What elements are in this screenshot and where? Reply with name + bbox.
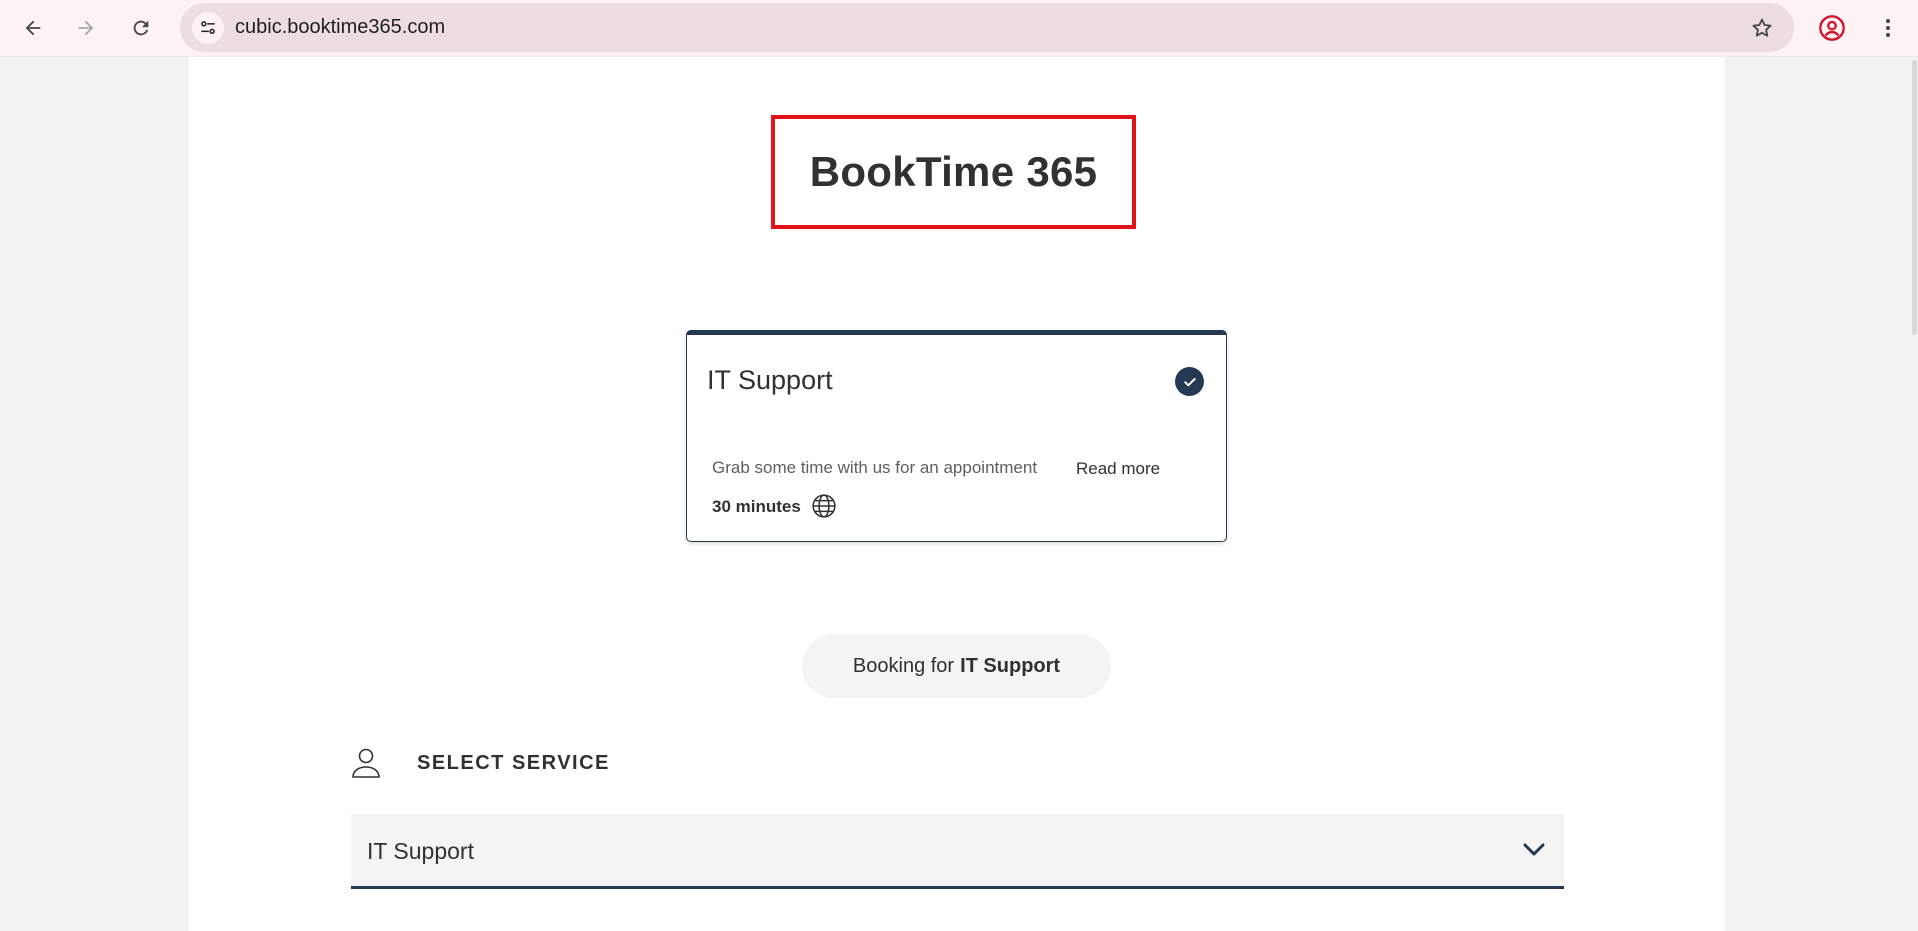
person-icon	[352, 748, 380, 778]
url-text[interactable]: cubic.booktime365.com	[235, 16, 445, 39]
chevron-down-icon	[1523, 843, 1545, 856]
booking-for-badge: Booking for IT Support	[802, 634, 1111, 698]
booking-for-service: IT Support	[960, 654, 1061, 677]
page-title: BookTime 365	[809, 148, 1098, 195]
service-dropdown-value: IT Support	[367, 838, 474, 864]
site-info-button[interactable]	[192, 12, 224, 44]
page-scrollbar[interactable]	[1912, 60, 1917, 335]
service-card[interactable]: IT Support Grab some time with us for an…	[686, 330, 1227, 542]
brand-highlight-box: BookTime 365	[771, 115, 1136, 229]
bookmark-button[interactable]	[1748, 14, 1776, 42]
kebab-menu-icon	[1886, 19, 1890, 37]
address-bar[interactable]: cubic.booktime365.com	[180, 3, 1794, 52]
checkmark-icon	[1183, 377, 1196, 386]
back-arrow-icon	[25, 20, 41, 36]
forward-arrow-icon	[78, 20, 94, 36]
service-card-description: Grab some time with us for an appointmen…	[712, 458, 1038, 477]
read-more-link[interactable]: Read more	[1076, 459, 1160, 479]
select-service-header: SELECT SERVICE	[351, 743, 951, 783]
select-service-label: SELECT SERVICE	[417, 752, 610, 774]
tune-icon	[201, 21, 215, 34]
service-duration: 30 minutes	[712, 497, 801, 516]
booking-page: BookTime 365 IT Support Grab some time w…	[189, 57, 1725, 931]
selected-check-badge	[1175, 367, 1204, 396]
reload-icon	[133, 20, 149, 36]
forward-button[interactable]	[68, 10, 104, 46]
browser-toolbar: cubic.booktime365.com	[0, 0, 1918, 57]
browser-menu-button[interactable]	[1872, 12, 1904, 44]
service-card-title: IT Support	[707, 365, 833, 395]
star-icon	[1752, 18, 1772, 37]
back-button[interactable]	[15, 10, 51, 46]
booking-for-prefix: Booking for	[852, 654, 955, 677]
globe-icon	[812, 494, 836, 518]
profile-button[interactable]	[1816, 12, 1848, 44]
service-dropdown[interactable]: IT Support	[351, 814, 1564, 889]
reload-button[interactable]	[123, 10, 159, 46]
account-icon	[1819, 15, 1845, 41]
